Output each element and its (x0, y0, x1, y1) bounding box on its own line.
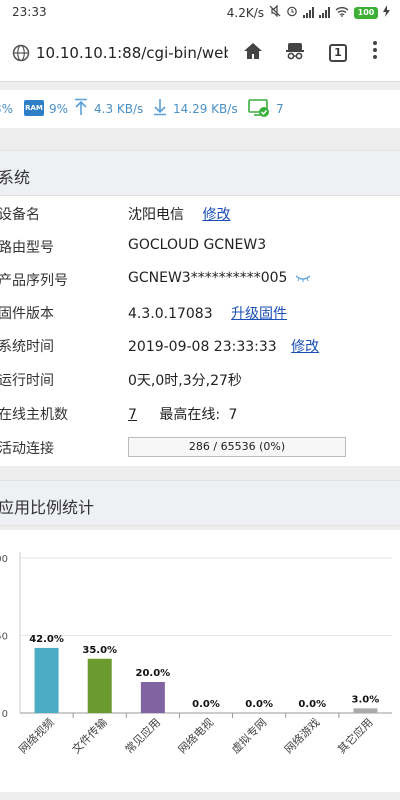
row-online-hosts: 在线主机数 7 最高在线: 7 (0, 396, 400, 430)
bar-value-label: 20.0% (136, 668, 171, 679)
serial-number-value: GCNEW3**********005 (128, 270, 311, 286)
tab-switcher-button[interactable]: 1 (329, 41, 347, 62)
x-category-label: 网络视频 (16, 715, 57, 756)
alarm-icon (286, 5, 298, 20)
ram-usage: 9% (49, 102, 69, 116)
online-hosts-link[interactable]: 7 (128, 407, 137, 423)
edit-system-time-link[interactable]: 修改 (291, 339, 319, 355)
row-label: 在线主机数 (0, 407, 68, 423)
row-label: 系统时间 (0, 339, 54, 355)
connected-devices-icon (248, 99, 270, 122)
row-router-model: 路由型号 GOCLOUD GCNEW3 (0, 229, 400, 263)
signal-icon-2 (319, 7, 330, 18)
chart-bar (87, 658, 112, 713)
row-firmware: 固件版本 4.3.0.17083 升级固件 (0, 295, 400, 329)
row-system-time: 系统时间 2019-09-08 23:33:33 修改 (0, 328, 400, 362)
y-tick-label: 100 (0, 554, 8, 565)
online-hosts-value: 7 最高在线: 7 (128, 404, 237, 424)
x-category-label: 文件传输 (69, 715, 110, 756)
download-icon (153, 98, 167, 119)
ram-icon: RAM (24, 100, 44, 116)
connected-devices-count: 7 (276, 102, 284, 116)
system-time-value: 2019-09-08 23:33:33 修改 (128, 336, 319, 356)
chart-bar (140, 682, 165, 713)
row-active-connections: 活动连接 286 / 65536 (0%) (0, 430, 400, 464)
edit-device-name-link[interactable]: 修改 (202, 207, 230, 223)
x-category-label: 网络电视 (175, 715, 216, 756)
row-uptime: 运行时间 0天,0时,3分,27秒 (0, 362, 400, 396)
row-label: 设备名 (0, 207, 40, 223)
active-connections-text: 286 / 65536 (0%) (188, 440, 286, 453)
system-section-header: 系统 (0, 150, 400, 196)
bar-chart: 100 50 0 42.0% 网络视频 35.0% 文件传输 20.0% 常见应用 0.0% 网络电… (0, 552, 392, 756)
tab-count: 1 (329, 43, 347, 62)
row-label: 运行时间 (0, 373, 54, 389)
uptime-value: 0天,0时,3分,27秒 (128, 373, 242, 389)
apps-section-header: 应用比例统计 (0, 480, 400, 526)
apps-section-title: 应用比例统计 (0, 498, 95, 517)
serial-number-text: GCNEW3**********005 (128, 270, 288, 286)
upgrade-firmware-link[interactable]: 升级固件 (231, 306, 287, 322)
clock: 23:33 (12, 5, 47, 19)
charging-icon (383, 5, 390, 20)
system-time-text: 2019-09-08 23:33:33 (128, 339, 277, 355)
download-speed: 14.29 KB/s (173, 102, 238, 116)
x-category-label: 虚拟专网 (228, 715, 269, 756)
peak-online-value: 7 (228, 407, 238, 423)
address-bar[interactable]: 10.10.10.1:88/cgi-bin/webui/admin (36, 44, 228, 62)
row-device-name: 设备名 沈阳电信 修改 (0, 196, 400, 230)
signal-icon (303, 7, 314, 18)
more-menu-icon[interactable] (372, 40, 378, 64)
system-info-table: 设备名 沈阳电信 修改 路由型号 GOCLOUD GCNEW3 产品序列号 GC… (0, 196, 400, 466)
x-category-label: 其它应用 (335, 715, 376, 756)
row-label: 活动连接 (0, 441, 54, 457)
bar-value-label: 3.0% (352, 694, 380, 705)
net-speed: 4.2K/s (226, 5, 264, 20)
incognito-icon[interactable] (284, 40, 306, 66)
status-icons: 4.2K/s 100 (226, 4, 390, 20)
chart-bar (34, 647, 59, 713)
mute-icon (269, 4, 281, 20)
y-tick-label: 0 (2, 709, 8, 720)
y-tick-label: 50 (0, 632, 8, 643)
battery-icon: 100 (354, 6, 378, 19)
show-serial-eye-icon[interactable] (295, 270, 311, 286)
device-name-value: 沈阳电信 修改 (128, 204, 230, 224)
row-serial-number: 产品序列号 GCNEW3**********005 (0, 262, 400, 296)
app-ratio-chart: 100 50 0 42.0% 网络视频 35.0% 文件传输 20.0% 常见应用 0.0% 网络电… (0, 530, 400, 792)
cpu-usage: 3% (0, 102, 14, 116)
router-model-value: GOCLOUD GCNEW3 (128, 237, 267, 253)
firmware-value: 4.3.0.17083 升级固件 (128, 303, 287, 323)
bar-value-label: 0.0% (298, 699, 326, 710)
peak-online-label: 最高在线: (159, 407, 221, 423)
active-connections-progress: 286 / 65536 (0%) (128, 437, 346, 457)
x-category-label: 网络游戏 (281, 715, 322, 756)
row-label: 固件版本 (0, 306, 54, 322)
home-icon[interactable] (242, 40, 264, 66)
x-category-label: 常见应用 (122, 715, 163, 756)
upload-speed: 4.3 KB/s (94, 102, 144, 116)
browser-toolbar: 10.10.10.1:88/cgi-bin/webui/admin 1 (0, 26, 400, 82)
status-bar: 23:33 4.2K/s 100 (0, 0, 400, 26)
upload-icon (74, 98, 88, 119)
system-section-title: 系统 (0, 168, 31, 187)
bar-value-label: 42.0% (29, 634, 64, 645)
firmware-version-text: 4.3.0.17083 (128, 306, 213, 322)
stats-bar: 3% RAM 9% 4.3 KB/s 14.29 KB/s 7 (0, 90, 400, 128)
bar-value-label: 0.0% (245, 699, 273, 710)
chart-bar (353, 708, 378, 713)
row-label: 路由型号 (0, 240, 54, 256)
bar-value-label: 35.0% (82, 645, 117, 656)
row-label: 产品序列号 (0, 273, 68, 289)
device-name-text: 沈阳电信 (128, 207, 184, 223)
wifi-icon (335, 6, 349, 20)
bar-value-label: 0.0% (192, 699, 220, 710)
globe-icon (12, 44, 30, 66)
